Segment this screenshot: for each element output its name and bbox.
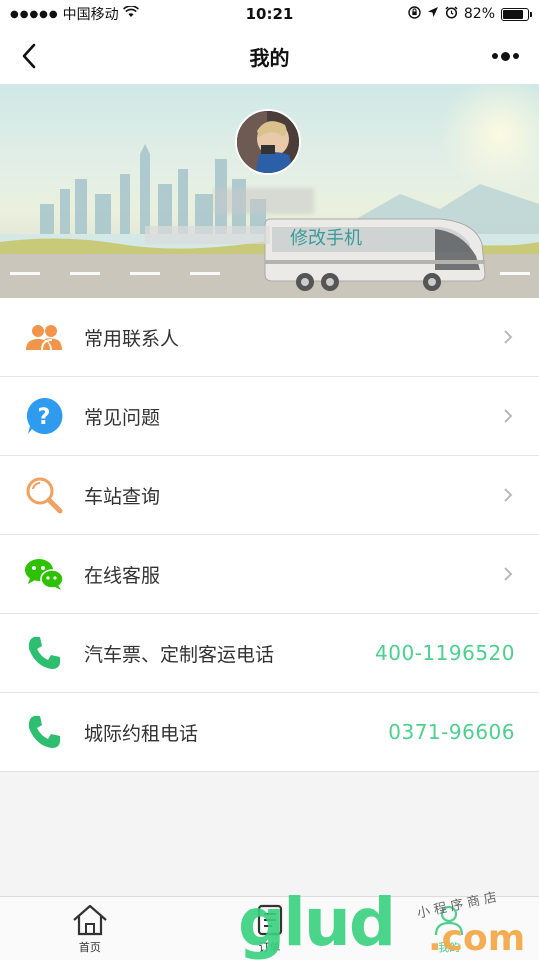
status-right: 82% — [408, 5, 532, 23]
phone-icon — [24, 633, 64, 673]
chevron-right-icon — [501, 408, 515, 424]
carrier-name: 中国移动 — [62, 7, 119, 23]
more-dot-right — [512, 53, 519, 59]
tab-profile[interactable]: 我的 — [359, 897, 539, 960]
profile-banner: 修改手机 — [0, 84, 539, 298]
menu-item-contacts[interactable]: 常用联系人 — [0, 298, 539, 377]
profile-icon — [435, 905, 464, 935]
nav-bar: 我的 — [0, 28, 539, 84]
more-dot-center — [500, 51, 510, 61]
menu-item-intercity-hotline[interactable]: 城际约租电话 0371-96606 — [0, 693, 539, 772]
signal-icon: ●●●●● — [10, 8, 59, 20]
status-bar: ●●●●● 中国移动 10:21 82% — [0, 0, 539, 28]
chevron-right-icon — [501, 487, 515, 503]
chevron-right-icon — [501, 329, 515, 345]
battery-fill — [503, 9, 523, 19]
chevron-right-icon — [501, 566, 515, 582]
location-icon — [427, 6, 439, 22]
wechat-icon — [24, 554, 64, 594]
tab-bar: 首页 订单 我的 — [0, 896, 539, 960]
home-icon — [73, 904, 107, 935]
back-arrow-icon — [22, 43, 36, 69]
edit-phone-button[interactable]: 修改手机 — [290, 224, 362, 250]
menu-label: 在线客服 — [84, 564, 161, 587]
alarm-icon — [445, 5, 458, 23]
tab-label: 订单 — [258, 940, 281, 954]
search-icon — [24, 475, 64, 515]
menu-item-bus-hotline[interactable]: 汽车票、定制客运电话 400-1196520 — [0, 614, 539, 693]
order-icon — [257, 904, 282, 935]
phone-icon — [24, 712, 64, 752]
menu-list: 常用联系人 ? 常见问题 车站查询 在线客服 汽车票、定制客运电话 400-11… — [0, 298, 539, 772]
phone-number[interactable]: 400-1196520 — [375, 641, 515, 665]
menu-label: 常用联系人 — [84, 327, 180, 350]
rotation-lock-icon — [408, 5, 421, 23]
status-left: ●●●●● 中国移动 — [10, 4, 139, 24]
user-name-blurred — [214, 188, 314, 214]
avatar[interactable] — [235, 109, 301, 175]
question-icon: ? — [24, 396, 64, 436]
tab-home[interactable]: 首页 — [0, 897, 180, 960]
svg-text:?: ? — [38, 405, 51, 430]
tab-label: 首页 — [78, 940, 101, 954]
menu-item-faq[interactable]: ? 常见问题 — [0, 377, 539, 456]
more-button[interactable] — [485, 36, 525, 76]
menu-label: 常见问题 — [84, 406, 161, 429]
menu-item-online-service[interactable]: 在线客服 — [0, 535, 539, 614]
battery-percent: 82% — [463, 6, 495, 22]
more-dots-icon — [491, 53, 498, 59]
battery-icon — [501, 7, 532, 21]
menu-label: 车站查询 — [84, 485, 161, 508]
menu-label: 汽车票、定制客运电话 — [84, 643, 275, 666]
contacts-icon — [24, 317, 64, 357]
tab-orders[interactable]: 订单 — [180, 897, 360, 960]
phone-number[interactable]: 0371-96606 — [388, 720, 515, 744]
menu-item-station-search[interactable]: 车站查询 — [0, 456, 539, 535]
menu-label: 城际约租电话 — [84, 722, 199, 745]
tab-label: 我的 — [438, 940, 461, 954]
page-title: 我的 — [249, 45, 290, 70]
back-button[interactable] — [14, 36, 44, 76]
wifi-icon — [122, 5, 139, 22]
